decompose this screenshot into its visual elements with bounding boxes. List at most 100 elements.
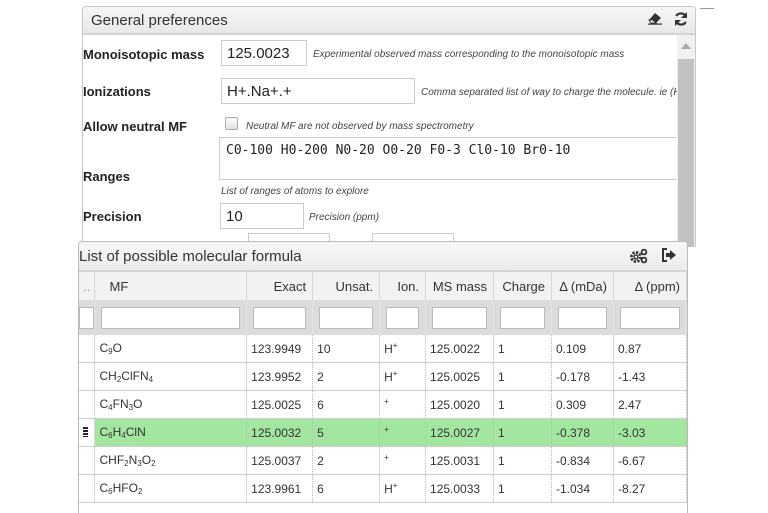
allow-neutral-hint: Neutral MF are not observed by mass spec… [246,121,474,132]
row-handle[interactable] [79,335,96,363]
preferences-title: General preferences [91,12,228,29]
filter-input-exact[interactable] [253,307,307,329]
row-handle[interactable] [79,362,96,391]
cell-delta-ppm: -1.43 [613,362,687,391]
row-handle[interactable] [79,474,96,503]
column-header-delta-ppm[interactable]: Δ (ppm) [613,272,687,301]
export-icon[interactable] [661,248,677,269]
table-header-row: .. MF Exact Unsat. Ion. MS mass Charge Δ… [79,272,687,301]
cell-ms-mass: 125.0025 [425,362,495,391]
cell-exact: 125.0037 [246,446,314,475]
ranges-label: Ranges [83,169,130,184]
cell-delta-ppm: -6.67 [613,446,687,475]
cell-exact: 125.0025 [246,390,314,419]
cell-mf: C9O [94,335,248,363]
ionizations-hint: Comma separated list of way to charge th… [421,87,681,98]
cell-delta-mda: -1.034 [551,474,614,503]
row-handle[interactable] [79,418,96,447]
precision-input[interactable] [220,203,304,229]
cell-delta-mda: -0.178 [551,362,614,391]
cell-delta-ppm: 0.87 [613,335,687,363]
cell-delta-mda: 0.109 [551,335,614,363]
cell-ms-mass: 125.0031 [425,446,495,475]
cell-mf: C6HFO2 [94,474,248,503]
cell-unsat: 2 [312,362,381,391]
column-header-charge[interactable]: Charge [493,272,552,301]
scrollbar-thumb[interactable] [678,59,694,247]
column-header-exact[interactable]: Exact [246,272,314,301]
cell-ion: + [379,446,427,475]
table-row[interactable]: C6HFO2 123.9961 6 H+ 125.0033 1 -1.034 -8.27 [79,474,687,503]
cell-mf: C6H4ClN [94,418,248,447]
cell-unsat: 10 [312,335,381,363]
allow-neutral-checkbox[interactable] [225,117,238,130]
row-handle[interactable] [79,390,96,419]
filter-row [79,300,687,335]
cell-charge: 1 [493,446,552,475]
cell-unsat: 5 [312,418,381,447]
cell-exact: 123.9961 [246,474,314,503]
cell-unsat: 6 [312,390,381,419]
table-row[interactable]: CH2ClFN4 123.9952 2 H+ 125.0025 1 -0.178 -1.43 [79,362,687,391]
eraser-icon[interactable] [647,11,663,27]
preferences-scrollbar[interactable] [677,35,695,247]
ionizations-input[interactable] [221,78,415,104]
cell-ion: H+ [379,474,427,503]
ionizations-label: Ionizations [83,84,151,99]
cell-unsat: 6 [312,474,381,503]
table-row[interactable]: C4FN3O 125.0025 6 +125.0020 1 0.309 2.47 [79,390,687,419]
molecular-formula-list-panel: List of possible molecular formula .. MF… [78,241,688,513]
precision-hint: Precision (ppm) [309,212,380,223]
scroll-up-arrow-icon[interactable] [677,35,695,57]
cell-ms-mass: 125.0020 [425,390,495,419]
cell-charge: 1 [493,418,552,447]
filter-input-handle[interactable] [79,307,95,329]
cell-delta-ppm: -3.03 [613,418,687,447]
row-handle[interactable] [79,446,96,475]
column-header-ms-mass[interactable]: MS mass [425,272,495,301]
cell-delta-mda: 0.309 [551,390,614,419]
row-drag-handle-icon[interactable] [83,426,88,437]
settings-gears-icon[interactable] [629,248,649,269]
column-header-mf[interactable]: MF [94,272,248,301]
column-header-unsat[interactable]: Unsat. [312,272,381,301]
filter-input-charge[interactable] [500,307,545,329]
ranges-textarea[interactable]: C0-100 H0-200 N0-20 O0-20 F0-3 Cl0-10 Br… [219,137,679,180]
cell-ion: H+ [379,335,427,363]
cell-delta-ppm: 2.47 [613,390,687,419]
filter-input-delta-mda[interactable] [558,307,607,329]
filter-input-ms-mass[interactable] [432,307,488,329]
cell-mf: CHF2N3O2 [94,446,248,475]
cell-charge: 1 [493,362,552,391]
cell-ion: H+ [379,362,427,391]
cell-ms-mass: 125.0033 [425,474,495,503]
column-header-handle[interactable]: .. [79,272,96,301]
column-header-delta-mda[interactable]: Δ (mDa) [551,272,614,301]
cell-delta-ppm: -8.27 [613,474,687,503]
filter-input-delta-ppm[interactable] [619,307,680,329]
ranges-hint: List of ranges of atoms to explore [221,186,369,197]
cell-ion: + [379,390,427,419]
table-row[interactable]: C6H4ClN 125.0032 5 +125.0027 1 -0.378 -3.03 [79,418,687,447]
cell-ms-mass: 125.0022 [425,335,495,363]
cell-delta-mda: -0.834 [551,446,614,475]
precision-label: Precision [83,209,142,224]
cell-mf: CH2ClFN4 [94,362,248,391]
window-edge-mark [700,8,714,9]
cell-mf: C4FN3O [94,390,248,419]
cell-exact: 125.0032 [246,418,314,447]
refresh-icon[interactable] [673,11,689,27]
preferences-header: General preferences [83,7,695,35]
filter-input-unsat[interactable] [319,307,374,329]
cell-exact: 123.9952 [246,362,314,391]
monoisotopic-mass-label: Monoisotopic mass [83,47,205,62]
table-row[interactable]: CHF2N3O2 125.0037 2 +125.0031 1 -0.834 -6.67 [79,446,687,475]
cell-charge: 1 [493,335,552,363]
column-header-ion[interactable]: Ion. [379,272,427,301]
table-row[interactable]: C9O 123.9949 10 H+ 125.0022 1 0.109 0.87 [79,335,687,363]
filter-input-mf[interactable] [101,307,241,329]
filter-input-ion[interactable] [386,307,420,329]
list-header: List of possible molecular formula [79,242,687,272]
monoisotopic-mass-input[interactable] [221,40,307,66]
cell-delta-mda: -0.378 [551,418,614,447]
